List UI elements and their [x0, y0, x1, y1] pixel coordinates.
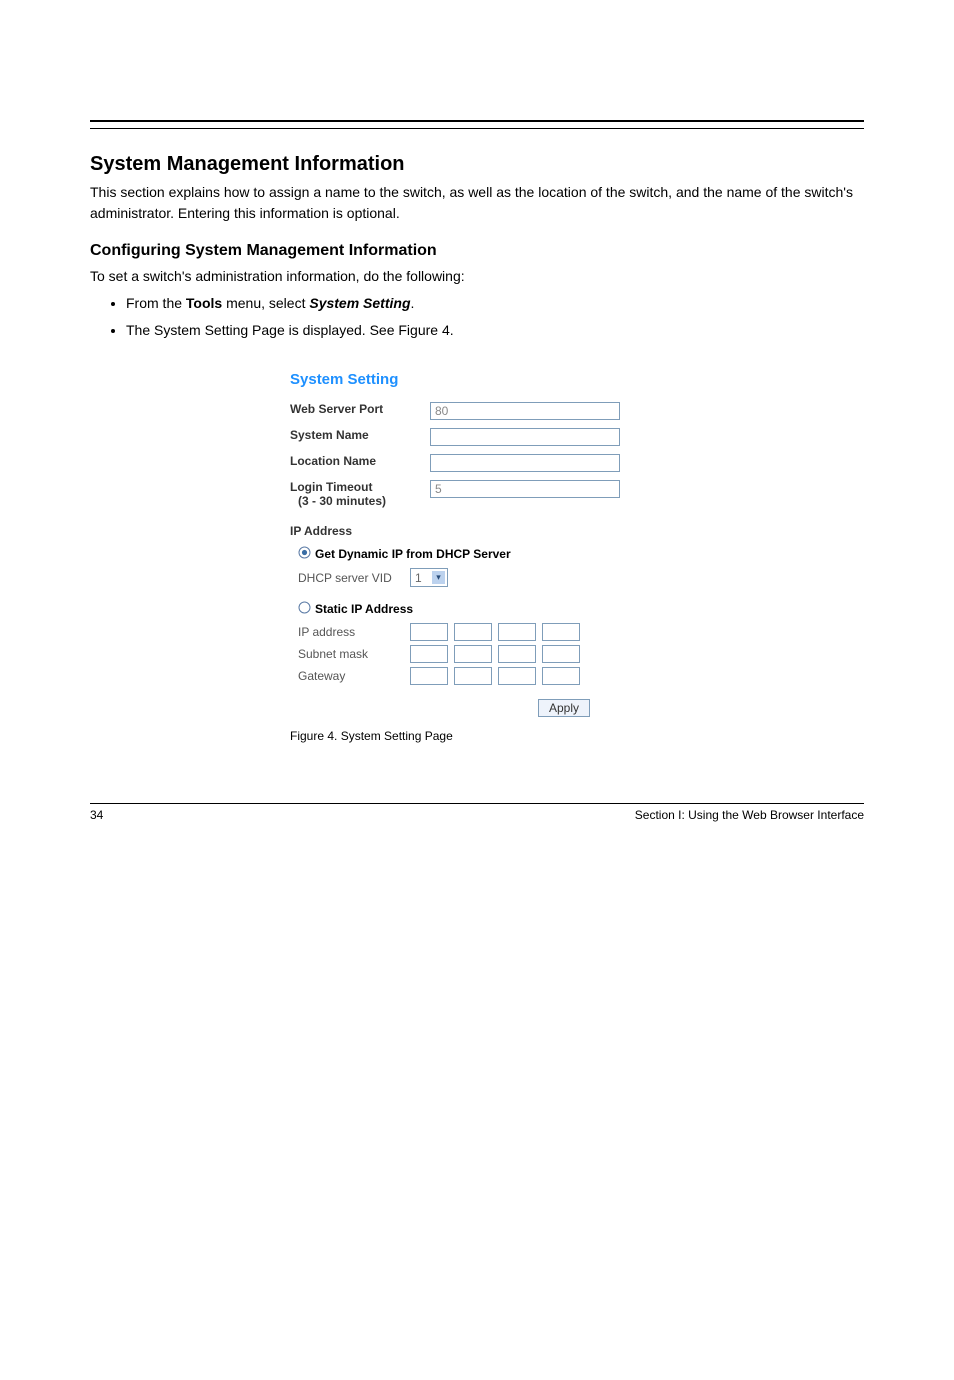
figure-caption: Figure 4. System Setting Page	[290, 729, 864, 743]
rule-top-thick	[90, 120, 864, 122]
panel-title: System Setting	[290, 371, 620, 388]
subsection-heading: Configuring System Management Informatio…	[90, 242, 864, 260]
rule-top-thin	[90, 128, 864, 129]
step-1-text-b: menu, select	[222, 295, 309, 311]
page-footer: 34 Section I: Using the Web Browser Inte…	[90, 803, 864, 822]
row-dhcp-vid: DHCP server VID 1 ▾	[298, 568, 620, 587]
row-web-server-port: Web Server Port	[290, 402, 620, 420]
ip-address-heading: IP Address	[290, 524, 620, 538]
row-gateway: Gateway	[298, 667, 620, 685]
row-system-name: System Name	[290, 428, 620, 446]
label-gateway: Gateway	[298, 669, 410, 683]
input-subnet-octet-3[interactable]	[498, 645, 536, 663]
footer-section-label: Section I: Using the Web Browser Interfa…	[635, 808, 864, 822]
intro-steps: To set a switch's administration informa…	[90, 266, 864, 287]
footer-rule	[90, 803, 864, 804]
input-location-name[interactable]	[430, 454, 620, 472]
radio-unselected-icon	[298, 601, 311, 614]
input-gateway-octet-2[interactable]	[454, 667, 492, 685]
embedded-screenshot: System Setting Web Server Port System Na…	[290, 371, 864, 743]
input-web-server-port[interactable]	[430, 402, 620, 420]
radio-static[interactable]	[298, 601, 311, 617]
input-ip-octet-3[interactable]	[498, 623, 536, 641]
radio-static-label: Static IP Address	[315, 602, 413, 616]
row-subnet-mask: Subnet mask	[298, 645, 620, 663]
select-dhcp-vid-value: 1	[415, 571, 422, 585]
section-heading: System Management Information	[90, 153, 864, 176]
step-1-bold-b: System Setting	[309, 295, 410, 311]
radio-dhcp[interactable]	[298, 546, 311, 562]
apply-button[interactable]: Apply	[538, 699, 590, 717]
label-ip-address: IP address	[298, 625, 410, 639]
radio-row-static: Static IP Address	[290, 601, 620, 617]
input-ip-octet-4[interactable]	[542, 623, 580, 641]
label-login-timeout-line2: (3 - 30 minutes)	[298, 494, 430, 508]
input-ip-octet-2[interactable]	[454, 623, 492, 641]
step-1: From the Tools menu, select System Setti…	[126, 293, 864, 314]
radio-selected-icon	[298, 546, 311, 559]
row-ip-address: IP address	[298, 623, 620, 641]
label-system-name: System Name	[290, 428, 430, 442]
row-location-name: Location Name	[290, 454, 620, 472]
chevron-down-icon: ▾	[432, 571, 445, 584]
step-2: The System Setting Page is displayed. Se…	[126, 320, 864, 341]
select-dhcp-vid[interactable]: 1 ▾	[410, 568, 448, 587]
label-login-timeout-line1: Login Timeout	[290, 480, 372, 494]
input-subnet-octet-1[interactable]	[410, 645, 448, 663]
input-system-name[interactable]	[430, 428, 620, 446]
label-login-timeout: Login Timeout (3 - 30 minutes)	[290, 480, 430, 508]
step-1-bold-a: Tools	[186, 295, 222, 311]
label-subnet-mask: Subnet mask	[298, 647, 410, 661]
step-1-text-a: From the	[126, 295, 186, 311]
label-dhcp-vid: DHCP server VID	[298, 571, 410, 585]
input-gateway-octet-3[interactable]	[498, 667, 536, 685]
label-location-name: Location Name	[290, 454, 430, 468]
input-login-timeout[interactable]	[430, 480, 620, 498]
label-web-server-port: Web Server Port	[290, 402, 430, 416]
footer-page-number: 34	[90, 808, 103, 822]
row-login-timeout: Login Timeout (3 - 30 minutes)	[290, 480, 620, 508]
steps-list: From the Tools menu, select System Setti…	[90, 293, 864, 341]
radio-row-dhcp: Get Dynamic IP from DHCP Server	[290, 546, 620, 562]
input-ip-octet-1[interactable]	[410, 623, 448, 641]
input-subnet-octet-4[interactable]	[542, 645, 580, 663]
radio-dhcp-label: Get Dynamic IP from DHCP Server	[315, 547, 511, 561]
step-1-text-c: .	[411, 295, 415, 311]
input-gateway-octet-1[interactable]	[410, 667, 448, 685]
input-gateway-octet-4[interactable]	[542, 667, 580, 685]
input-subnet-octet-2[interactable]	[454, 645, 492, 663]
intro-paragraph: This section explains how to assign a na…	[90, 182, 864, 224]
